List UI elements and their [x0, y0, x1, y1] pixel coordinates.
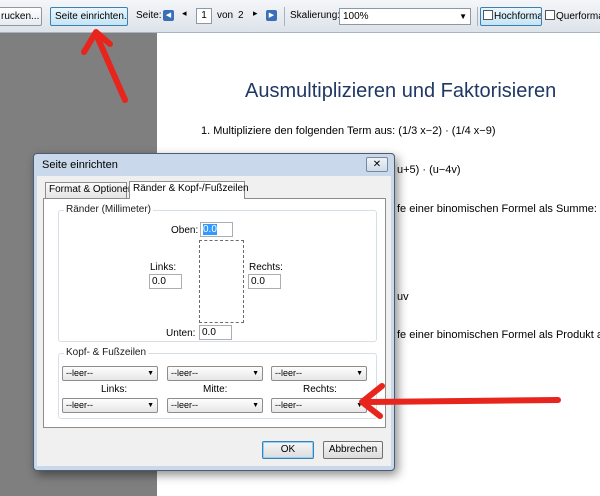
- tab-margins-headers[interactable]: Ränder & Kopf-/Fußzeilen: [129, 181, 249, 199]
- annotation-arrow-icon: [81, 29, 561, 419]
